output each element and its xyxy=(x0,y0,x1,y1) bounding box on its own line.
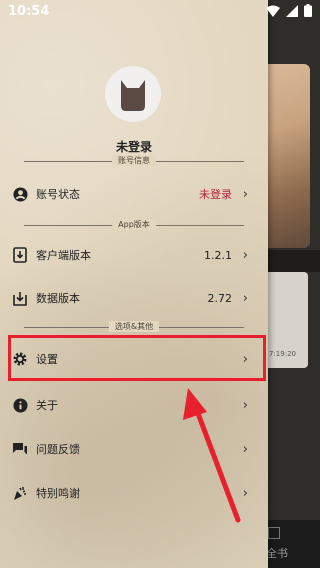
about-row[interactable]: 关于 › xyxy=(0,387,268,423)
data-version-label: 数据版本 xyxy=(36,292,80,305)
thanks-label: 特别鸣谢 xyxy=(36,487,80,500)
account-status-label: 账号状态 xyxy=(36,188,80,201)
chevron-right-icon: › xyxy=(242,397,248,413)
user-name[interactable]: 未登录 xyxy=(0,138,268,155)
client-version-value: 1.2.1 xyxy=(204,248,232,262)
battery-icon xyxy=(304,4,312,17)
chevron-right-icon: › xyxy=(242,186,248,202)
chevron-right-icon: › xyxy=(242,247,248,263)
data-version-row[interactable]: 数据版本 2.72 › xyxy=(0,280,268,316)
signal-icon xyxy=(286,4,298,17)
status-icons xyxy=(266,4,312,17)
download-icon xyxy=(12,247,28,263)
avatar[interactable] xyxy=(105,66,161,122)
download-box-icon xyxy=(12,290,28,306)
section-account: 账号信息 xyxy=(24,155,244,166)
feedback-label: 问题反馈 xyxy=(36,443,80,456)
chevron-right-icon: › xyxy=(242,290,248,306)
background-time: 7:19:20 xyxy=(269,350,296,358)
data-version-value: 2.72 xyxy=(207,291,233,305)
bottom-tab-icon xyxy=(268,527,280,539)
party-popper-icon xyxy=(12,485,28,501)
chevron-right-icon: › xyxy=(242,441,248,457)
account-status-value: 未登录 xyxy=(199,188,232,201)
person-circle-icon xyxy=(12,186,28,202)
about-label: 关于 xyxy=(36,399,58,412)
client-version-row[interactable]: 客户端版本 1.2.1 › xyxy=(0,237,268,273)
feedback-row[interactable]: 问题反馈 › xyxy=(0,431,268,467)
background-band xyxy=(268,250,320,272)
settings-highlight-box xyxy=(8,335,266,381)
status-bar: 10:54 xyxy=(0,0,320,24)
account-status-row[interactable]: 账号状态 未登录 › xyxy=(0,176,268,212)
cat-avatar-icon xyxy=(121,80,145,111)
thanks-row[interactable]: 特别鸣谢 › xyxy=(0,475,268,511)
info-icon xyxy=(12,397,28,413)
client-version-label: 客户端版本 xyxy=(36,249,91,262)
navigation-drawer: 未登录 账号信息 账号状态 未登录 › App版本 客户端版本 1.2.1 › … xyxy=(0,0,268,568)
background-card-image[interactable] xyxy=(268,64,310,248)
chat-icon xyxy=(12,441,28,457)
status-time: 10:54 xyxy=(8,4,50,19)
bottom-tab-label[interactable]: 全书 xyxy=(266,545,288,561)
chevron-right-icon: › xyxy=(242,485,248,501)
section-app-version: App版本 xyxy=(24,219,244,230)
wifi-icon xyxy=(266,5,280,17)
section-options: 选项&其他 xyxy=(24,321,244,332)
